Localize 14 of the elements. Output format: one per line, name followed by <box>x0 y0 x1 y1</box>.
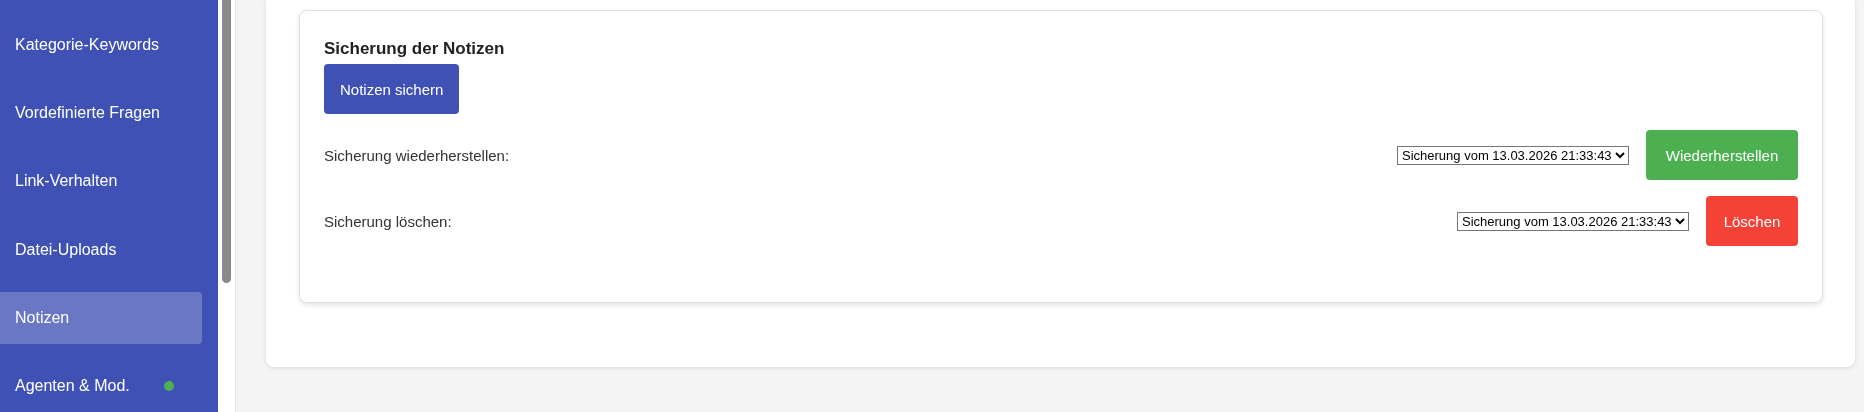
scrollbar-thumb[interactable] <box>222 0 231 283</box>
sidebar-item[interactable]: Agenten & Mod. <box>0 359 202 412</box>
backup-select[interactable]: Sicherung vom 13.03.2026 21:33:43 <box>1397 145 1629 165</box>
delete-button[interactable]: Löschen <box>1706 196 1798 246</box>
sidebar-item[interactable]: Link-Verhalten <box>0 155 202 208</box>
card-title: Sicherung der Notizen <box>324 39 505 59</box>
row-label: Sicherung löschen: <box>324 212 453 230</box>
sidebar-item[interactable]: Vordefinierte Fragen <box>0 87 202 140</box>
sidebar-item[interactable]: Kategorie-Keywords <box>0 19 202 72</box>
backup-select[interactable]: Sicherung vom 13.03.2026 21:33:43 <box>1457 211 1689 231</box>
sidebar-item[interactable]: Notizen <box>0 291 202 344</box>
save-notes-button[interactable]: Notizen sichern <box>324 64 460 114</box>
row-label: Sicherung wiederherstellen: <box>324 146 511 164</box>
sidebar-item[interactable]: Datei-Uploads <box>0 223 202 276</box>
